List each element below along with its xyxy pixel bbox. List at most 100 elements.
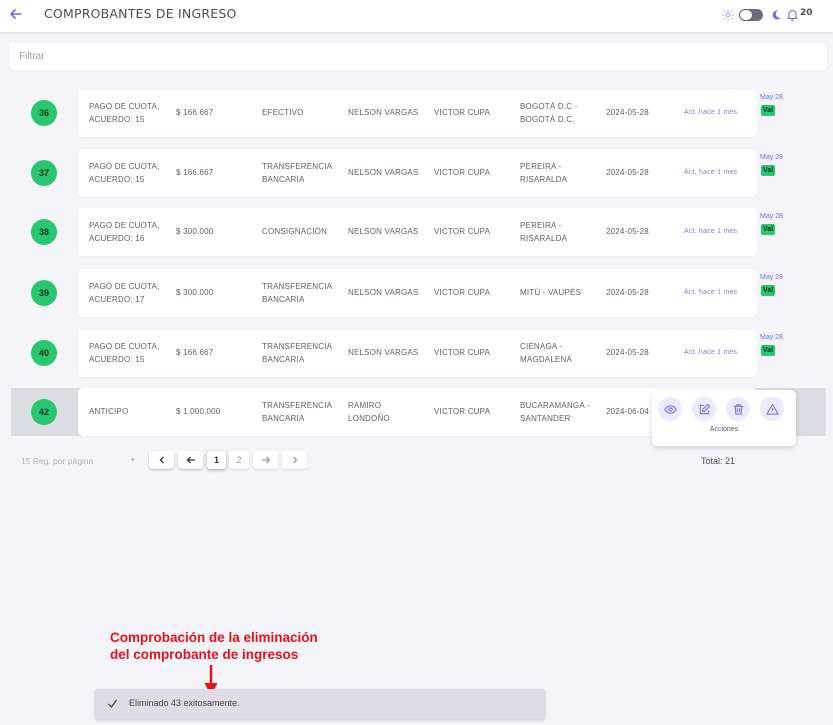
city-cell-line: PEREIRA - (520, 162, 562, 171)
agent-cell: VICTOR CUPA (434, 288, 491, 297)
payment-method-cell-line: BANCARIA (262, 295, 305, 304)
concept-cell-line: PAGO DE CUOTA, (89, 221, 160, 230)
payment-method-cell-line: TRANSFERENCIA (262, 282, 333, 291)
bell-icon[interactable] (786, 8, 799, 21)
city-cell-line: BOGOTÁ D.C. (520, 115, 575, 124)
report-button[interactable] (760, 397, 784, 421)
next-page-button[interactable] (253, 451, 278, 469)
stamp-date: May 28 (760, 154, 783, 161)
concept-cell-line: ACUERDO: 15 (89, 355, 145, 364)
concept-cell: ANTICIPO (89, 405, 128, 418)
city-cell: PEREIRA - RISARALDA (520, 160, 567, 186)
city-cell-line: MITÚ - VAUPÉS (520, 288, 582, 297)
date-cell: 2024-05-28 (606, 108, 649, 117)
client-cell-line: NELSON VARGAS (348, 227, 419, 236)
client-cell-line: NELSON VARGAS (348, 108, 419, 117)
receipt-number-badge: 39 (31, 280, 57, 306)
amount-cell: $ 166.667 (176, 348, 214, 357)
receipt-number-badge: 38 (31, 219, 57, 245)
date-cell: 2024-05-28 (606, 348, 649, 357)
eye-icon (663, 404, 677, 414)
moon-icon (772, 10, 781, 20)
payment-method-cell-line: TRANSFERENCIA (262, 401, 333, 410)
concept-cell-line: ACUERDO: 16 (89, 234, 145, 243)
first-page-button[interactable] (149, 451, 174, 469)
page-button-1[interactable]: 1 (207, 451, 226, 469)
chevron-down-icon[interactable]: ▾ (131, 456, 135, 464)
receipt-card[interactable]: PAGO DE CUOTA, ACUERDO: 16 $ 300.000 CONSIG… (78, 208, 757, 256)
actions-label: Acciones (709, 426, 739, 433)
updated-cell: Act. hace 1 mes (684, 349, 738, 356)
amount-cell: $ 300.000 (176, 227, 214, 236)
receipt-card[interactable]: PAGO DE CUOTA, ACUERDO: 15 $ 166.667 TRANSF… (78, 149, 757, 197)
status-badge: Val (761, 105, 776, 116)
receipt-card[interactable]: PAGO DE CUOTA, ACUERDO: 15 $ 166.667 EFECTI… (78, 89, 757, 137)
date-cell: 2024-06-04 (606, 407, 649, 416)
client-cell-line: LONDOÑO (348, 414, 390, 423)
last-page-button[interactable] (282, 451, 307, 469)
table-row[interactable]: 37 PAGO DE CUOTA, ACUERDO: 15 $ 166.667 TRAN… (0, 149, 833, 197)
date-cell: 2024-05-28 (606, 168, 649, 177)
city-cell: CIÉNAGA - MAGDALENA (520, 340, 572, 366)
view-button[interactable] (658, 397, 682, 421)
concept-cell-line: ACUERDO: 15 (89, 115, 145, 124)
stamp-date: May 28 (760, 94, 783, 101)
client-cell: RAMIRO LONDOÑO (348, 399, 390, 425)
toast-message: Eliminado 43 exitosamente. (129, 698, 240, 708)
edit-icon (699, 403, 710, 414)
city-cell: BOGOTÁ D.C - BOGOTÁ D.C. (520, 100, 578, 126)
city-cell-line: RISARALDA (520, 234, 568, 243)
delete-button[interactable] (726, 397, 750, 421)
payment-method-cell-line: TRANSFERENCIA (262, 162, 333, 171)
agent-cell: VICTOR CUPA (434, 108, 491, 117)
client-cell-line: NELSON VARGAS (348, 168, 419, 177)
table-row[interactable]: 39 PAGO DE CUOTA, ACUERDO: 17 $ 300.000 TRAN… (0, 269, 833, 317)
concept-cell-line: ACUERDO: 15 (89, 175, 145, 184)
notification-count: 20 (800, 8, 813, 18)
agent-cell: VICTOR CUPA (434, 227, 491, 236)
client-cell: NELSON VARGAS (348, 106, 418, 119)
amount-cell: $ 166.667 (176, 168, 214, 177)
payment-method-cell-line: CONSIGNACIÓN (262, 227, 328, 236)
filter-input[interactable]: Filtrar (8, 41, 828, 72)
client-cell: NELSON VARGAS (348, 286, 418, 299)
prev-page-button[interactable] (178, 451, 203, 469)
city-cell-line: CIÉNAGA - (520, 342, 563, 351)
chevron-left-icon (159, 456, 164, 464)
receipt-card[interactable]: PAGO DE CUOTA, ACUERDO: 15 $ 166.667 TRANSF… (78, 329, 757, 377)
table-row[interactable]: 40 PAGO DE CUOTA, ACUERDO: 15 $ 166.667 TRAN… (0, 329, 833, 377)
city-cell-line: SANTANDER (520, 414, 571, 423)
edit-button[interactable] (692, 397, 716, 421)
concept-cell-line: PAGO DE CUOTA, (89, 102, 160, 111)
annotation-line-1: Comprobación de la eliminación (110, 630, 318, 645)
total-count: Total: 21 (701, 456, 736, 466)
theme-toggle[interactable] (739, 9, 763, 21)
stamp-date: May 28 (760, 334, 783, 341)
payment-method-cell: TRANSFERENCIA BANCARIA (262, 340, 332, 366)
concept-cell-line: ANTICIPO (89, 407, 129, 416)
table-row[interactable]: 38 PAGO DE CUOTA, ACUERDO: 16 $ 300.000 CONS… (0, 208, 833, 256)
agent-cell: VICTOR CUPA (434, 407, 491, 416)
concept-cell: PAGO DE CUOTA, ACUERDO: 17 (89, 280, 160, 306)
payment-method-cell-line: EFECTIVO (262, 108, 304, 117)
amount-cell: $ 300.000 (176, 288, 214, 297)
page-button-2[interactable]: 2 (229, 451, 249, 469)
status-badge: Val (761, 165, 776, 176)
trash-icon (733, 403, 743, 415)
table-row[interactable]: 36 PAGO DE CUOTA, ACUERDO: 15 $ 166.667 EFEC… (0, 89, 833, 137)
receipt-card[interactable]: PAGO DE CUOTA, ACUERDO: 17 $ 300.000 TRANSF… (78, 269, 757, 317)
concept-cell: PAGO DE CUOTA, ACUERDO: 15 (89, 340, 160, 366)
payment-method-cell: TRANSFERENCIA BANCARIA (262, 399, 332, 425)
status-badge: Val (761, 285, 776, 296)
updated-cell: Act. hace 1 mes (684, 109, 738, 116)
top-bar: COMPROBANTES DE INGRESO 20 (0, 0, 833, 32)
arrow-right-icon (261, 456, 270, 464)
annotation-line-2: del comprobante de ingresos (110, 647, 299, 662)
back-arrow-icon[interactable] (8, 6, 24, 22)
concept-cell-line: PAGO DE CUOTA, (89, 282, 160, 291)
sun-icon (722, 9, 734, 21)
payment-method-cell-line: TRANSFERENCIA (262, 342, 333, 351)
per-page-select[interactable]: 15 Reg. por página (21, 456, 93, 466)
arrow-left-icon (186, 456, 195, 464)
client-cell-line: NELSON VARGAS (348, 288, 419, 297)
